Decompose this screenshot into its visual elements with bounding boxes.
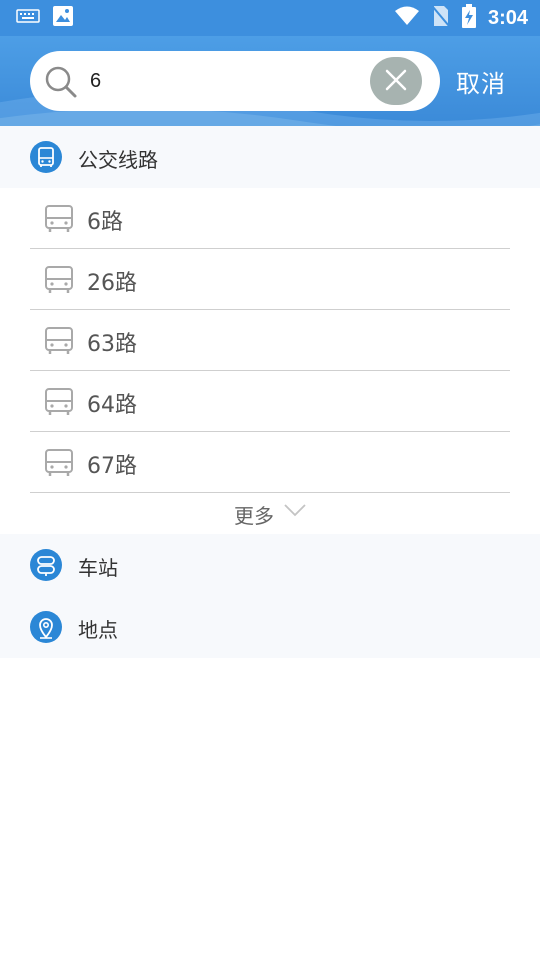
chevron-down-icon bbox=[283, 502, 307, 518]
section-label-stations: 车站 bbox=[78, 556, 118, 580]
route-label: 6路 bbox=[87, 210, 123, 235]
more-label: 更多 bbox=[234, 504, 274, 528]
route-item[interactable]: 6路 bbox=[30, 188, 510, 249]
route-label: 64路 bbox=[87, 393, 137, 418]
battery-charging-icon bbox=[461, 4, 476, 32]
bus-icon bbox=[44, 448, 74, 478]
section-header-places[interactable]: 地点 bbox=[0, 596, 540, 658]
route-item[interactable]: 64路 bbox=[30, 371, 510, 432]
bus-icon bbox=[44, 265, 74, 295]
search-icon bbox=[44, 65, 78, 99]
route-item[interactable]: 26路 bbox=[30, 249, 510, 310]
section-label-routes: 公交线路 bbox=[78, 148, 158, 172]
search-box[interactable] bbox=[30, 51, 440, 111]
keyboard-icon bbox=[16, 8, 40, 28]
status-time: 3:04 bbox=[487, 6, 528, 29]
wifi-icon bbox=[394, 6, 420, 30]
location-pin-icon bbox=[30, 611, 62, 643]
section-header-stations[interactable]: 车站 bbox=[0, 534, 540, 596]
bus-icon bbox=[44, 387, 74, 417]
more-routes-button[interactable]: 更多 bbox=[0, 488, 540, 534]
station-icon bbox=[30, 549, 62, 581]
bus-icon bbox=[44, 204, 74, 234]
image-icon bbox=[52, 5, 74, 31]
clear-search-button[interactable] bbox=[370, 57, 422, 105]
no-sim-icon bbox=[432, 5, 450, 31]
route-list: 6路 26路 63路 64路 67路 bbox=[0, 188, 540, 493]
search-header: 取消 bbox=[0, 36, 540, 126]
route-label: 63路 bbox=[87, 332, 137, 357]
section-label-places: 地点 bbox=[78, 618, 118, 642]
route-label: 26路 bbox=[87, 271, 137, 296]
bus-icon bbox=[30, 141, 62, 173]
route-label: 67路 bbox=[87, 454, 137, 479]
search-input[interactable] bbox=[90, 61, 380, 101]
route-item[interactable]: 67路 bbox=[30, 432, 510, 493]
section-header-routes: 公交线路 bbox=[0, 126, 540, 188]
bus-icon bbox=[44, 326, 74, 356]
close-icon bbox=[370, 69, 422, 109]
status-bar: 3:04 bbox=[0, 0, 540, 36]
route-item[interactable]: 63路 bbox=[30, 310, 510, 371]
cancel-button[interactable]: 取消 bbox=[456, 64, 506, 99]
